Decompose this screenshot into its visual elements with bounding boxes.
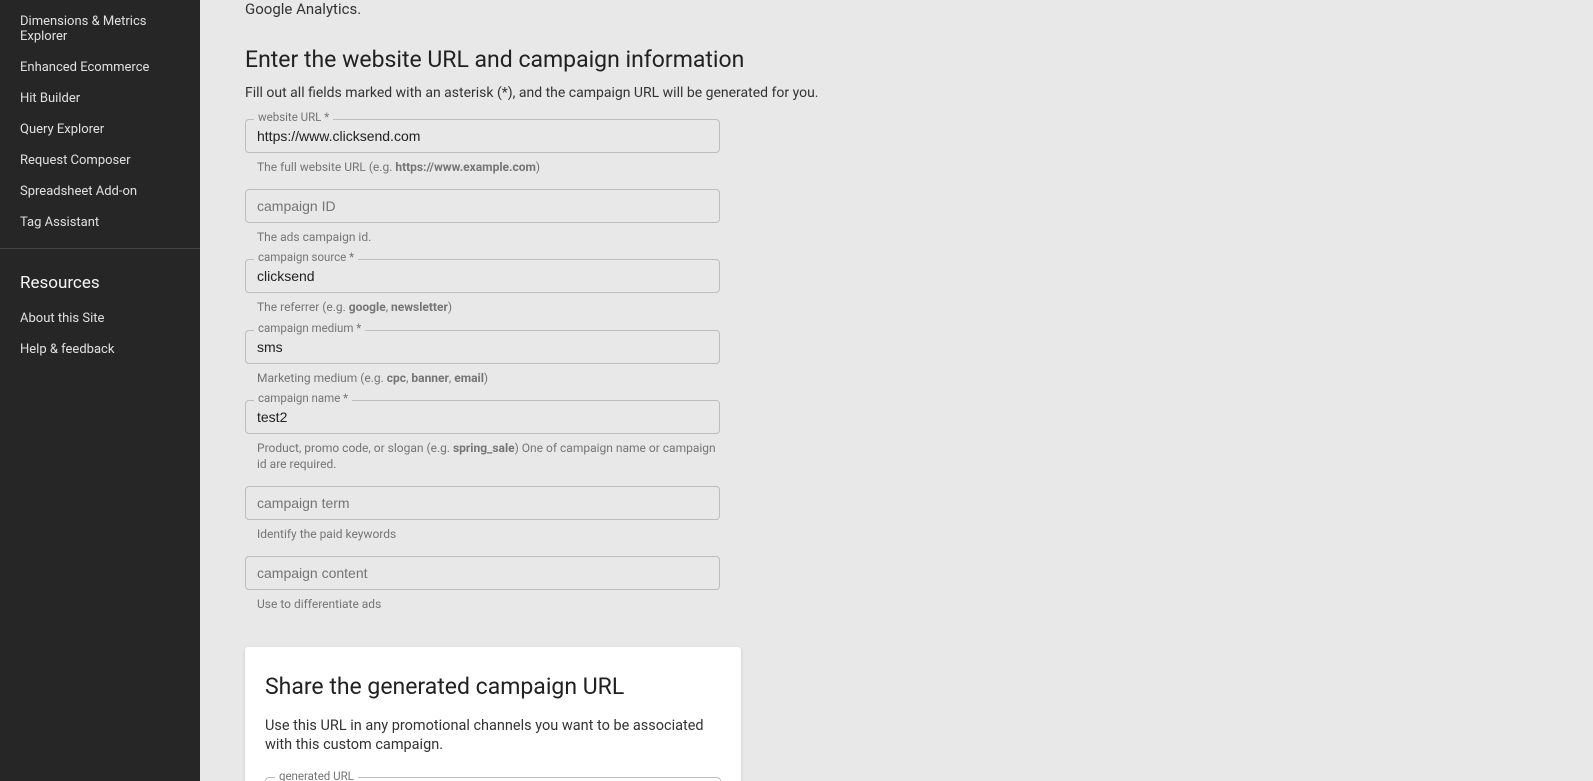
sidebar-item-tag-assistant[interactable]: Tag Assistant	[0, 207, 200, 238]
sidebar-item-spreadsheet-addon[interactable]: Spreadsheet Add-on	[0, 176, 200, 207]
sidebar-item-hit-builder[interactable]: Hit Builder	[0, 83, 200, 114]
website-url-input[interactable]	[245, 119, 720, 153]
campaign-medium-label: campaign medium *	[254, 323, 365, 335]
campaign-source-field-wrap: campaign source *	[245, 259, 720, 293]
campaign-content-field-wrap	[245, 556, 720, 590]
campaign-term-helper: Identify the paid keywords	[245, 522, 720, 556]
campaign-medium-field-wrap: campaign medium *	[245, 330, 720, 364]
share-description: Use this URL in any promotional channels…	[265, 716, 721, 755]
campaign-id-input[interactable]	[245, 189, 720, 223]
campaign-term-input[interactable]	[245, 486, 720, 520]
website-url-field-wrap: website URL *	[245, 119, 720, 153]
sidebar-item-about[interactable]: About this Site	[0, 303, 200, 334]
campaign-id-field-wrap	[245, 189, 720, 223]
campaign-content-input[interactable]	[245, 556, 720, 590]
campaign-source-label: campaign source *	[254, 252, 358, 264]
campaign-term-field-wrap	[245, 486, 720, 520]
campaign-name-label: campaign name *	[254, 393, 352, 405]
form-heading: Enter the website URL and campaign infor…	[245, 46, 1548, 73]
generated-url-label: generated URL	[275, 771, 358, 781]
campaign-name-input[interactable]	[245, 400, 720, 434]
generated-url-field: generated URL https://www.clicksend.com?…	[265, 777, 721, 781]
share-card: Share the generated campaign URL Use thi…	[245, 647, 741, 781]
campaign-source-input[interactable]	[245, 259, 720, 293]
main-content: Google Analytics. Enter the website URL …	[200, 0, 1593, 781]
sidebar-item-dimensions-metrics[interactable]: Dimensions & Metrics Explorer	[0, 6, 200, 52]
campaign-content-helper: Use to differentiate ads	[245, 592, 720, 626]
sidebar-divider	[0, 248, 200, 249]
form-description: Fill out all fields marked with an aster…	[245, 85, 1548, 101]
campaign-medium-input[interactable]	[245, 330, 720, 364]
website-url-helper: The full website URL (e.g. https://www.e…	[245, 155, 720, 189]
share-heading: Share the generated campaign URL	[265, 673, 721, 700]
campaign-form: website URL * The full website URL (e.g.…	[245, 119, 720, 627]
sidebar: Dimensions & Metrics Explorer Enhanced E…	[0, 0, 200, 781]
sidebar-resources-header: Resources	[0, 259, 200, 303]
sidebar-item-request-composer[interactable]: Request Composer	[0, 145, 200, 176]
sidebar-item-query-explorer[interactable]: Query Explorer	[0, 114, 200, 145]
intro-fragment: Google Analytics.	[245, 0, 1548, 18]
sidebar-item-enhanced-ecommerce[interactable]: Enhanced Ecommerce	[0, 52, 200, 83]
campaign-name-helper: Product, promo code, or slogan (e.g. spr…	[245, 436, 720, 486]
campaign-name-field-wrap: campaign name *	[245, 400, 720, 434]
sidebar-item-help[interactable]: Help & feedback	[0, 334, 200, 365]
website-url-label: website URL *	[254, 112, 333, 124]
